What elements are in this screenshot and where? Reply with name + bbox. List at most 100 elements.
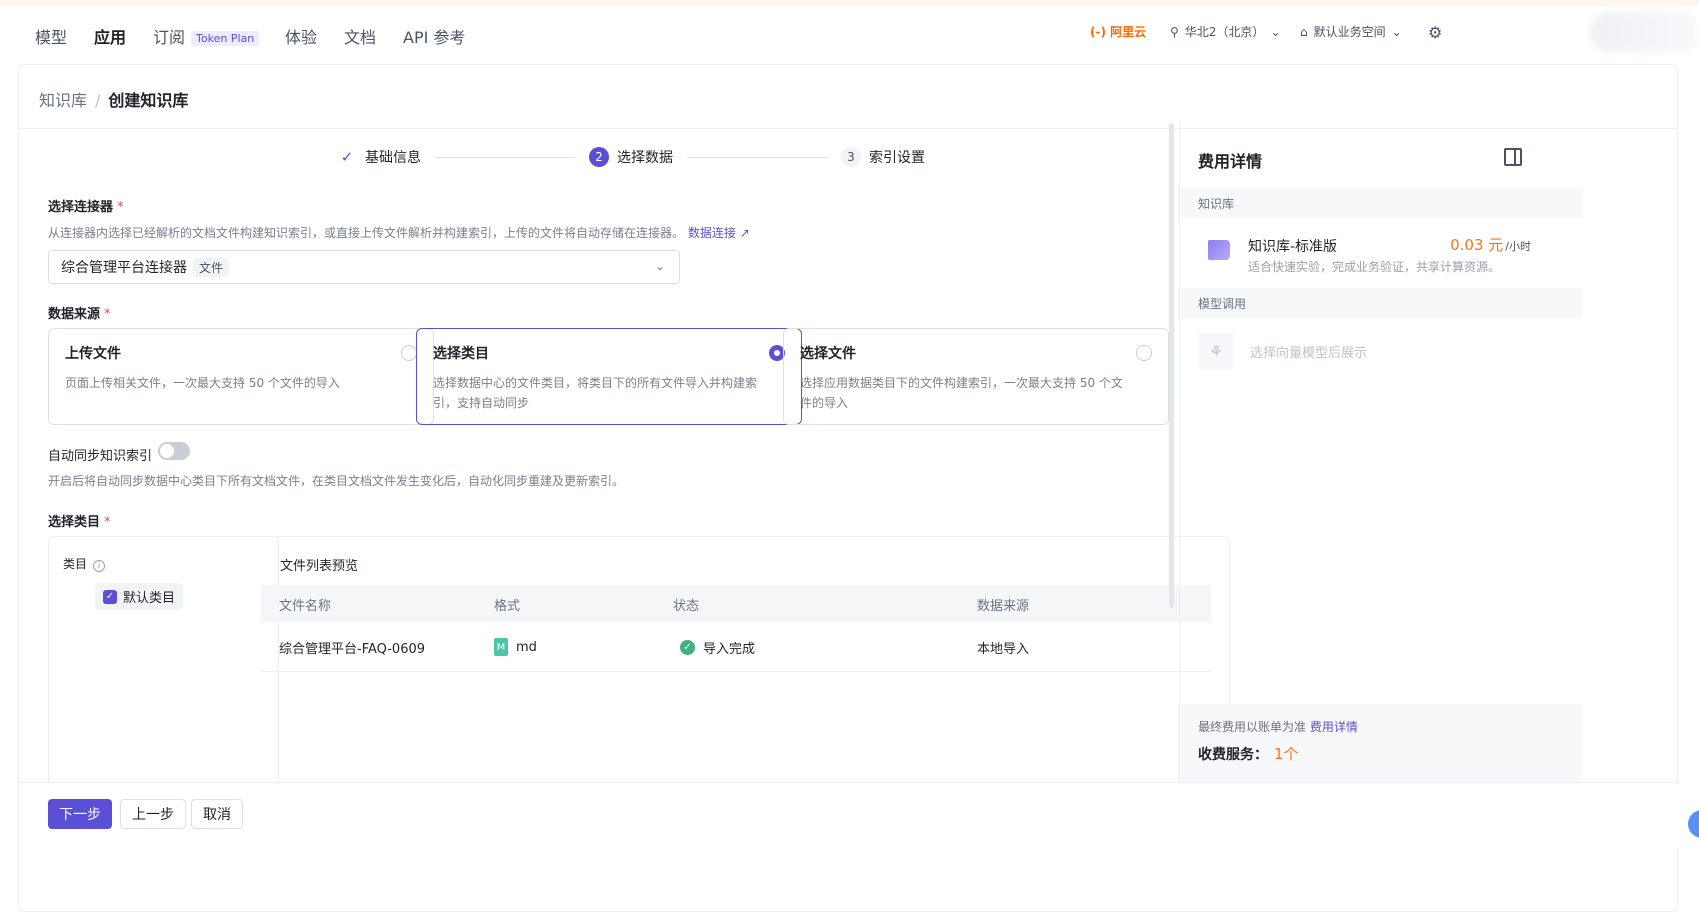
prev-button[interactable]: 上一步 [120, 799, 186, 829]
step-basic-info: ✓ 基础信息 [337, 147, 421, 167]
source-option-upload[interactable]: 上传文件 页面上传相关文件，一次最大支持 50 个文件的导入 [48, 328, 434, 425]
connector-hint: 从连接器内选择已经解析的文档文件构建知识索引，或直接上传文件解析并构建索引，上传… [48, 224, 750, 241]
breadcrumb-current: 创建知识库 [108, 91, 189, 110]
step-select-data: 2 选择数据 [589, 147, 673, 167]
step-number: 3 [841, 147, 861, 167]
kb-section-header: 知识库 [1180, 188, 1582, 218]
collapse-panel-icon[interactable] [1504, 148, 1522, 166]
region-selector[interactable]: ⚲ 华北2（北京） ⌄ [1170, 23, 1281, 40]
chevron-down-icon: ⌄ [1391, 24, 1402, 39]
required-mark: * [104, 307, 111, 322]
plan-desc: 适合快速实验，完成业务验证，共享计算资源。 [1248, 260, 1501, 274]
fee-details-link[interactable]: 费用详情 [1310, 720, 1358, 734]
token-plan-badge: Token Plan [191, 31, 260, 46]
settings-gear-icon[interactable]: ⚙ [1428, 23, 1442, 42]
col-format: 格式 [494, 599, 521, 614]
plan-price: 0.03 元/小时 [1450, 234, 1531, 255]
cell-status: ✓ 导入完成 [680, 638, 755, 657]
category-label-text: 选择类目 [48, 515, 101, 530]
source-label-text: 数据来源 [48, 307, 101, 322]
connector-select[interactable]: 综合管理平台连接器 文件 ⌄ [48, 250, 680, 284]
cost-details-title: 费用详情 [1198, 152, 1263, 171]
cost-details-panel: 费用详情 知识库 知识库-标准版 0.03 元/小时 适合快速实验，完成业务验证… [1179, 120, 1679, 782]
next-button[interactable]: 下一步 [48, 799, 112, 829]
radio-upload[interactable] [401, 345, 417, 361]
col-filename: 文件名称 [279, 599, 332, 614]
radio-files[interactable] [1136, 345, 1152, 361]
workspace-selector[interactable]: ⌂ 默认业务空间 ⌄ [1300, 23, 1402, 40]
aliyun-logo[interactable]: (-) 阿里云 [1090, 23, 1146, 40]
chevron-down-icon: ⌄ [1270, 24, 1281, 39]
plan-price-unit: /小时 [1505, 240, 1531, 253]
model-icon: ⚘ [1198, 333, 1234, 369]
markdown-file-icon: M [494, 638, 508, 656]
fee-summary: 最终费用以账单为准 费用详情 收费服务： 1个 [1180, 704, 1582, 782]
model-placeholder-row: ⚘ 选择向量模型后展示 [1198, 332, 1564, 370]
source-option-files[interactable]: 选择文件 选择应用数据类目下的文件构建索引，一次最大支持 50 个文件的导入 [783, 328, 1169, 425]
cancel-button[interactable]: 取消 [191, 799, 243, 829]
option-title: 选择文件 [800, 346, 856, 362]
stepper: ✓ 基础信息 2 选择数据 3 索引设置 [337, 147, 925, 167]
category-label: 选择类目 * [48, 511, 111, 530]
step-number: 2 [589, 147, 609, 167]
fee-note-text: 最终费用以账单为准 [1198, 720, 1307, 734]
auto-sync-toggle[interactable] [158, 442, 190, 460]
category-tree-title: 类目 i [63, 555, 106, 572]
breadcrumb-parent[interactable]: 知识库 [39, 91, 87, 110]
workspace-label: 默认业务空间 [1313, 25, 1386, 39]
model-section-header: 模型调用 [1180, 288, 1582, 318]
fee-count: 收费服务： 1个 [1198, 743, 1564, 764]
option-desc: 选择应用数据类目下的文件构建索引，一次最大支持 50 个文件的导入 [800, 376, 1123, 410]
fee-count-value: 1个 [1274, 745, 1299, 763]
logo-text: (-) 阿里云 [1090, 25, 1147, 39]
nav-models[interactable]: 模型 [35, 24, 67, 48]
category-item-default[interactable]: ✓ 默认类目 [95, 583, 184, 610]
floating-helper-button[interactable] [1688, 810, 1699, 838]
step-connector [687, 156, 827, 158]
connector-label: 选择连接器 * [48, 196, 124, 215]
col-status: 状态 [673, 599, 700, 614]
nav-applications[interactable]: 应用 [94, 24, 126, 48]
main-scrollbar[interactable] [1169, 123, 1174, 608]
step-label: 选择数据 [617, 150, 673, 166]
breadcrumb: 知识库 / 创建知识库 [39, 87, 188, 111]
cell-format-text: md [516, 639, 537, 655]
file-preview-title: 文件列表预览 [280, 559, 359, 574]
footer-bar: 下一步 上一步 取消 [19, 782, 1679, 848]
cell-status-text: 导入完成 [703, 642, 756, 657]
location-icon: ⚲ [1170, 24, 1179, 39]
required-mark: * [104, 515, 111, 530]
source-option-category[interactable]: 选择类目 选择数据中心的文件类目，将类目下的所有文件导入并构建索引，支持自动同步 [416, 328, 802, 425]
category-item-label: 默认类目 [123, 591, 176, 606]
check-circle-icon: ✓ [680, 640, 695, 655]
connector-type-tag: 文件 [193, 257, 230, 277]
step-index-settings: 3 索引设置 [841, 147, 925, 167]
checkbox-checked-icon[interactable]: ✓ [103, 589, 117, 604]
chevron-down-icon: ⌄ [654, 259, 665, 273]
plan-name: 知识库-标准版 [1248, 239, 1338, 255]
nav-docs[interactable]: 文档 [344, 24, 376, 48]
nav-subscription[interactable]: 订阅 Token Plan [153, 24, 260, 48]
building-icon: ⌂ [1300, 24, 1308, 39]
nav-subscription-label: 订阅 [153, 28, 186, 47]
connector-label-text: 选择连接器 [48, 200, 114, 215]
step-label: 索引设置 [869, 150, 925, 166]
option-desc: 页面上传相关文件，一次最大支持 50 个文件的导入 [65, 376, 340, 390]
nav-api-reference[interactable]: API 参考 [403, 24, 465, 48]
step-connector [435, 156, 575, 158]
source-label: 数据来源 * [48, 303, 111, 322]
model-placeholder: 选择向量模型后展示 [1250, 345, 1368, 361]
table-row[interactable]: 综合管理平台-FAQ-0609 Mmd ✓ 导入完成 本地导入 [261, 622, 1211, 672]
info-icon[interactable]: i [93, 560, 106, 572]
table-header: 文件名称 格式 状态 数据来源 [261, 585, 1211, 622]
option-desc: 选择数据中心的文件类目，将类目下的所有文件导入并构建索引，支持自动同步 [433, 376, 758, 410]
nav-experience[interactable]: 体验 [285, 24, 317, 48]
sync-label: 自动同步知识索引 [48, 449, 153, 464]
fee-note: 最终费用以账单为准 费用详情 [1198, 718, 1564, 735]
sync-hint: 开启后将自动同步数据中心类目下所有文档文件，在类目文档文件发生变化后，自动化同步… [48, 474, 625, 488]
user-avatar-blurred[interactable] [1590, 12, 1699, 52]
step-label: 基础信息 [365, 150, 421, 166]
data-connection-link[interactable]: 数据连接 ↗ [688, 226, 750, 240]
category-tree-title-text: 类目 [63, 557, 88, 571]
col-source: 数据来源 [977, 599, 1030, 614]
